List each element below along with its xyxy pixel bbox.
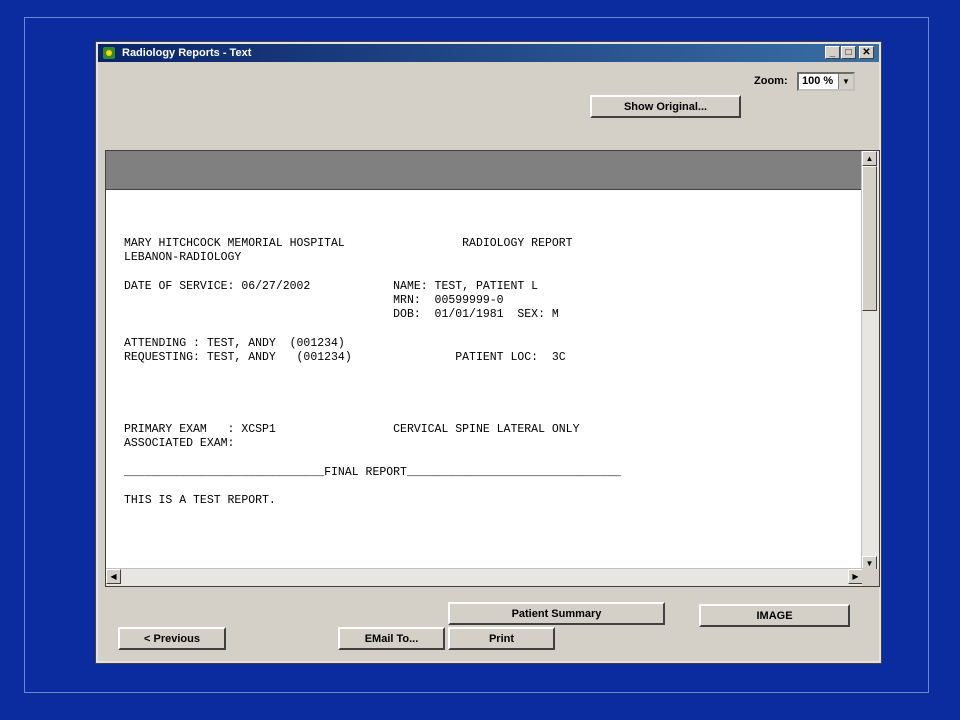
title-bar[interactable]: Radiology Reports - Text _ □ ✕ (98, 44, 879, 62)
report-line (124, 366, 621, 380)
report-line (124, 266, 621, 280)
email-to-button[interactable]: EMail To... (338, 627, 445, 650)
app-icon (103, 47, 115, 59)
report-line: PRIMARY EXAM : XCSP1 CERVICAL SPINE LATE… (124, 422, 580, 436)
report-line: DATE OF SERVICE: 06/27/2002 NAME: TEST, … (124, 279, 539, 293)
zoom-value: 100 % (802, 75, 834, 87)
report-line: ASSOCIATED EXAM: (124, 437, 235, 451)
report-header-band (106, 151, 863, 190)
scroll-up-icon[interactable]: ▲ (862, 151, 877, 166)
zoom-label: Zoom: (754, 75, 788, 87)
vertical-scrollbar[interactable]: ▲ ▼ (861, 151, 879, 571)
report-line: MARY HITCHCOCK MEMORIAL HOSPITAL RADIOLO… (124, 237, 573, 250)
print-button[interactable]: Print (448, 627, 555, 650)
minimize-button[interactable]: _ (825, 46, 840, 59)
scroll-right-icon[interactable]: ▶ (848, 569, 863, 584)
report-line: DOB: 01/01/1981 SEX: M (124, 308, 559, 322)
report-text: MARY HITCHCOCK MEMORIAL HOSPITAL RADIOLO… (124, 237, 621, 509)
report-line (124, 380, 621, 394)
report-line: THIS IS A TEST REPORT. (124, 494, 276, 508)
horizontal-scroll-thumb[interactable] (121, 569, 189, 584)
report-line (124, 394, 621, 408)
report-line: ATTENDING : TEST, ANDY (001234) (124, 337, 345, 351)
close-button[interactable]: ✕ (859, 46, 874, 59)
window-title: Radiology Reports - Text (122, 47, 252, 59)
zoom-select[interactable]: 100 % ▼ (797, 72, 855, 91)
previous-button[interactable]: < Previous (118, 627, 226, 650)
report-line: REQUESTING: TEST, ANDY (001234) PATIENT … (124, 351, 566, 365)
report-line (124, 409, 621, 423)
report-line (124, 323, 621, 337)
patient-summary-button[interactable]: Patient Summary (448, 602, 665, 625)
report-line (124, 451, 621, 465)
scroll-left-icon[interactable]: ◀ (106, 569, 121, 584)
horizontal-scrollbar[interactable]: ◀ ▶ (106, 568, 863, 586)
close-icon: ✕ (862, 47, 871, 58)
report-line: LEBANON-RADIOLOGY (124, 251, 242, 265)
report-line: _____________________________FINAL REPOR… (124, 465, 621, 479)
report-line: MRN: 00599999-0 (124, 294, 504, 308)
chevron-down-icon[interactable]: ▼ (838, 74, 853, 89)
show-original-button[interactable]: Show Original... (590, 95, 741, 118)
image-button[interactable]: IMAGE (699, 604, 850, 627)
maximize-button[interactable]: □ (841, 46, 856, 59)
report-line (124, 480, 621, 494)
scrollbar-corner (862, 569, 879, 586)
minimize-icon: _ (829, 47, 836, 58)
vertical-scroll-thumb[interactable] (862, 166, 877, 311)
maximize-icon: □ (845, 47, 852, 58)
radiology-reports-window: Radiology Reports - Text _ □ ✕ Zoom: 100… (95, 41, 882, 664)
report-viewer: MARY HITCHCOCK MEMORIAL HOSPITAL RADIOLO… (105, 150, 880, 587)
